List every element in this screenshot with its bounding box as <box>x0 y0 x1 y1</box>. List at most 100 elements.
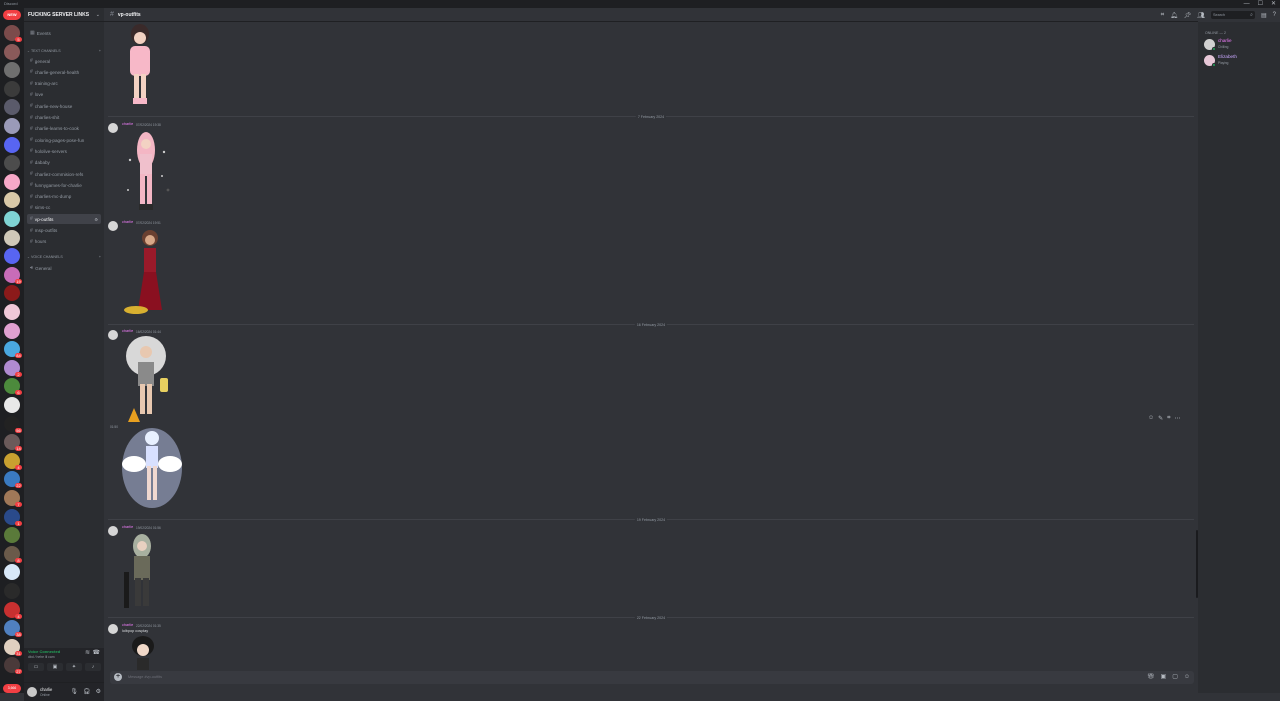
avatar[interactable] <box>108 330 118 340</box>
message-author[interactable]: charlie <box>122 220 133 224</box>
home-button[interactable]: NEW <box>3 10 21 20</box>
channel-item[interactable]: # funnygames-for-charlie <box>27 180 101 190</box>
inbox-icon[interactable]: ▤ <box>1261 12 1267 19</box>
user-name[interactable]: charlie <box>40 687 52 692</box>
voice-channel-general[interactable]: 🔊︎ General <box>27 263 101 273</box>
gear-icon[interactable]: ⚙ <box>96 688 101 695</box>
server-icon[interactable] <box>4 62 20 79</box>
text-category[interactable]: ⌄ TEXT CHANNELS + <box>27 49 101 53</box>
server-icon[interactable]: 5 <box>4 25 22 42</box>
channel-item[interactable]: # hours <box>27 237 101 247</box>
edit-icon[interactable]: ✎ <box>1158 415 1163 422</box>
server-icon[interactable] <box>4 192 20 209</box>
server-icon[interactable] <box>4 527 20 544</box>
noise-icon[interactable]: ≋ <box>85 649 90 656</box>
channel-item[interactable]: # coloring-pages-pose-fun <box>27 135 101 145</box>
avatar[interactable] <box>108 526 118 536</box>
server-icon[interactable] <box>4 211 20 227</box>
gear-icon[interactable]: ⚙ <box>94 217 98 222</box>
voice-category[interactable]: ⌄ VOICE CHANNELS + <box>27 255 101 259</box>
emoji-icon[interactable]: ☺ <box>1184 671 1190 684</box>
outfit-image[interactable] <box>124 336 174 422</box>
channel-item[interactable]: # charlies-shit <box>27 113 101 123</box>
server-icon[interactable]: 38 <box>4 620 22 638</box>
server-icon[interactable] <box>4 118 20 134</box>
server-icon[interactable] <box>4 583 20 599</box>
server-icon[interactable] <box>4 43 20 60</box>
thread-icon[interactable]: ⌗ <box>1167 415 1170 422</box>
bell-icon[interactable]: 🔔︎ <box>1170 12 1178 19</box>
add-attachment-button[interactable]: + <box>114 673 122 681</box>
server-icon[interactable] <box>4 564 20 581</box>
server-icon[interactable]: 7 <box>4 490 22 507</box>
channel-item[interactable]: # sims-cc <box>27 203 101 213</box>
channel-item[interactable]: # hololive-servers <box>27 146 101 156</box>
server-icon[interactable] <box>4 136 20 153</box>
outfit-image[interactable] <box>122 532 162 612</box>
threads-icon[interactable]: ⌗ <box>1161 12 1164 19</box>
message-input[interactable]: Message #vp-outfits <box>128 671 162 684</box>
message-composer[interactable]: + Message #vp-outfits 🎁︎ ▣ ▢ ☺ <box>110 671 1194 684</box>
channel-item[interactable]: # charlie-general-health <box>27 67 101 77</box>
server-icon[interactable] <box>4 229 20 246</box>
avatar[interactable] <box>108 221 118 231</box>
server-icon[interactable]: 4 <box>4 452 22 470</box>
server-icon[interactable] <box>4 80 20 97</box>
server-icon[interactable]: 84 <box>4 341 22 359</box>
disconnect-icon[interactable]: ☎ <box>93 649 100 656</box>
guild-header[interactable]: FUCKING SERVER LINKS ⌄ <box>24 8 104 22</box>
channel-item[interactable]: # charlie-new-house <box>27 101 101 111</box>
outfit-image[interactable] <box>128 634 158 670</box>
channel-item[interactable]: # training-arc <box>27 79 101 89</box>
close-button[interactable]: ✕ <box>1271 0 1276 8</box>
channel-item[interactable]: # msp-outfits <box>27 226 101 236</box>
server-icon[interactable]: 22 <box>4 471 22 489</box>
soundboard-button[interactable]: ♪ <box>85 663 101 671</box>
message-author[interactable]: charlie <box>122 329 133 333</box>
channel-item[interactable]: # general <box>27 56 101 66</box>
server-icon[interactable]: 19 <box>4 266 22 284</box>
minimize-button[interactable]: — <box>1244 0 1250 8</box>
server-icon[interactable]: 8 <box>4 545 22 563</box>
screen-share-button[interactable]: ▣ <box>47 663 63 671</box>
member-item[interactable]: charlie Chilling <box>1204 38 1276 52</box>
server-icon[interactable] <box>4 99 20 116</box>
activity-button[interactable]: ✦ <box>66 663 82 671</box>
gift-icon[interactable]: 🎁︎ <box>1147 671 1155 684</box>
channel-item[interactable]: # charlie-learns-to-cook <box>27 124 101 134</box>
avatar[interactable] <box>108 123 118 133</box>
server-icon[interactable] <box>4 304 20 320</box>
outfit-image[interactable] <box>124 130 174 216</box>
add-channel-icon[interactable]: + <box>99 255 101 259</box>
server-icon[interactable] <box>4 397 20 413</box>
server-icon[interactable]: 27 <box>4 657 22 675</box>
member-item[interactable]: Elizabeth Playing <box>1204 54 1276 68</box>
message-author[interactable]: charlie <box>122 525 133 529</box>
sticker-icon[interactable]: ▢ <box>1172 671 1178 684</box>
maximize-button[interactable]: ☐ <box>1258 0 1263 8</box>
server-icon[interactable] <box>4 155 20 172</box>
server-icon[interactable]: 56 <box>4 415 22 433</box>
server-icon[interactable]: 6 <box>4 378 22 396</box>
add-reaction-icon[interactable]: ☺ <box>1148 415 1154 422</box>
avatar[interactable] <box>27 687 37 697</box>
channel-item[interactable]: # dababy <box>27 158 101 168</box>
mic-icon[interactable]: 🎙︎ <box>70 688 78 695</box>
help-icon[interactable]: ? <box>1273 12 1276 18</box>
search-input[interactable]: Search ⌕ <box>1210 11 1255 19</box>
channel-item[interactable]: # vp-outfits ⚙ <box>27 214 101 225</box>
channel-item[interactable]: # love <box>27 90 101 100</box>
events-link[interactable]: ▦ Events <box>27 28 101 38</box>
channel-item[interactable]: # charlies-mc-dump <box>27 192 101 202</box>
pin-icon[interactable]: 📌︎ <box>1184 12 1192 19</box>
voice-sub[interactable]: dbd / hehe lil cam <box>28 655 55 659</box>
message-author[interactable]: charlie <box>122 623 133 627</box>
server-icon[interactable] <box>4 173 20 190</box>
server-icon[interactable]: 4 <box>4 601 22 619</box>
gif-icon[interactable]: ▣ <box>1161 671 1167 684</box>
server-icon[interactable] <box>4 248 20 265</box>
outfit-image[interactable] <box>122 226 172 318</box>
outfit-image[interactable] <box>120 22 160 112</box>
add-channel-icon[interactable]: + <box>99 49 101 53</box>
camera-button[interactable]: ▭ <box>28 663 44 671</box>
